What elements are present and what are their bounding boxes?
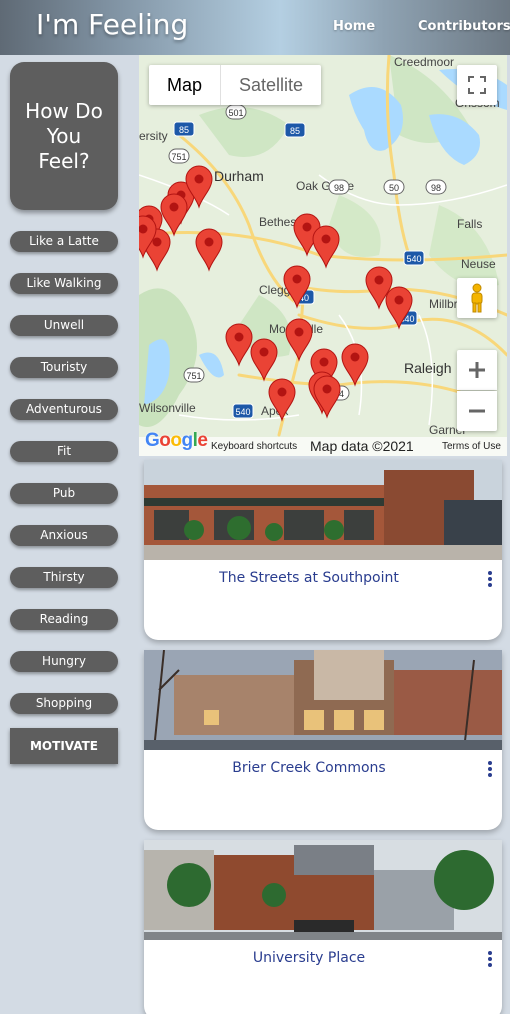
fullscreen-icon — [468, 76, 486, 94]
place-card[interactable]: University Place — [144, 840, 502, 1014]
street-view-pegman[interactable] — [457, 278, 497, 318]
map-markers-layer[interactable] — [139, 55, 507, 456]
map-marker-pin[interactable] — [250, 338, 278, 382]
plus-icon — [469, 362, 485, 378]
mood-button-reading[interactable]: Reading — [10, 609, 118, 630]
top-nav-bar: I'm Feeling Home Contributors — [0, 0, 510, 55]
mood-button-touristy[interactable]: Touristy — [10, 357, 118, 378]
place-card-title[interactable]: The Streets at Southpoint — [144, 570, 474, 586]
map-type-map-button[interactable]: Map — [149, 65, 222, 105]
mood-button-adventurous[interactable]: Adventurous — [10, 399, 118, 420]
google-logo: Google — [145, 430, 208, 451]
terms-of-use-link[interactable]: Terms of Use — [442, 441, 501, 452]
map-marker-pin[interactable] — [313, 375, 341, 419]
place-card-image — [144, 840, 502, 940]
map-data-attribution: Map data ©2021 — [310, 438, 414, 454]
map-marker-pin[interactable] — [283, 265, 311, 309]
mood-button-anxious[interactable]: Anxious — [10, 525, 118, 546]
zoom-in-button[interactable] — [457, 350, 497, 390]
more-vert-icon[interactable] — [484, 950, 496, 970]
more-vert-icon[interactable] — [484, 570, 496, 590]
brand-title[interactable]: I'm Feeling — [36, 8, 188, 41]
map-marker-pin[interactable] — [225, 323, 253, 367]
mood-button-hungry[interactable]: Hungry — [10, 651, 118, 672]
nav-home-link[interactable]: Home — [333, 19, 375, 34]
map-marker-pin[interactable] — [312, 225, 340, 269]
map-marker-pin[interactable] — [341, 343, 369, 387]
mood-button-unwell[interactable]: Unwell — [10, 315, 118, 336]
mood-button-like-a-latte[interactable]: Like a Latte — [10, 231, 118, 252]
place-card[interactable]: Brier Creek Commons — [144, 650, 502, 830]
nav-contributors-link[interactable]: Contributors — [418, 19, 510, 34]
map-marker-pin[interactable] — [195, 228, 223, 272]
fullscreen-button[interactable] — [457, 65, 497, 105]
map-marker-pin[interactable] — [385, 286, 413, 330]
map-view[interactable]: Durham Oak Grove Bethesda Clegg Morrisvi… — [139, 55, 507, 456]
map-marker-pin[interactable] — [160, 193, 188, 237]
map-type-toggle[interactable]: Map Satellite — [149, 65, 322, 105]
mood-button-like-walking[interactable]: Like Walking — [10, 273, 118, 294]
mood-button-pub[interactable]: Pub — [10, 483, 118, 504]
place-card-title[interactable]: University Place — [144, 950, 474, 966]
mood-button-thirsty[interactable]: Thirsty — [10, 567, 118, 588]
keyboard-shortcuts-link[interactable]: Keyboard shortcuts — [211, 441, 297, 452]
mood-button-shopping[interactable]: Shopping — [10, 693, 118, 714]
place-card[interactable]: The Streets at Southpoint — [144, 460, 502, 640]
map-marker-pin[interactable] — [268, 378, 296, 422]
place-card-title[interactable]: Brier Creek Commons — [144, 760, 474, 776]
zoom-out-button[interactable] — [457, 391, 497, 431]
mood-button-fit[interactable]: Fit — [10, 441, 118, 462]
place-card-image — [144, 460, 502, 560]
map-type-satellite-button[interactable]: Satellite — [221, 65, 321, 105]
more-vert-icon[interactable] — [484, 760, 496, 780]
motivate-button[interactable]: MOTIVATE — [10, 728, 118, 764]
minus-icon — [469, 409, 485, 413]
map-marker-pin[interactable] — [285, 318, 313, 362]
how-do-you-feel-heading: How Do You Feel? — [10, 62, 118, 210]
place-card-image — [144, 650, 502, 750]
pegman-icon — [471, 283, 483, 313]
